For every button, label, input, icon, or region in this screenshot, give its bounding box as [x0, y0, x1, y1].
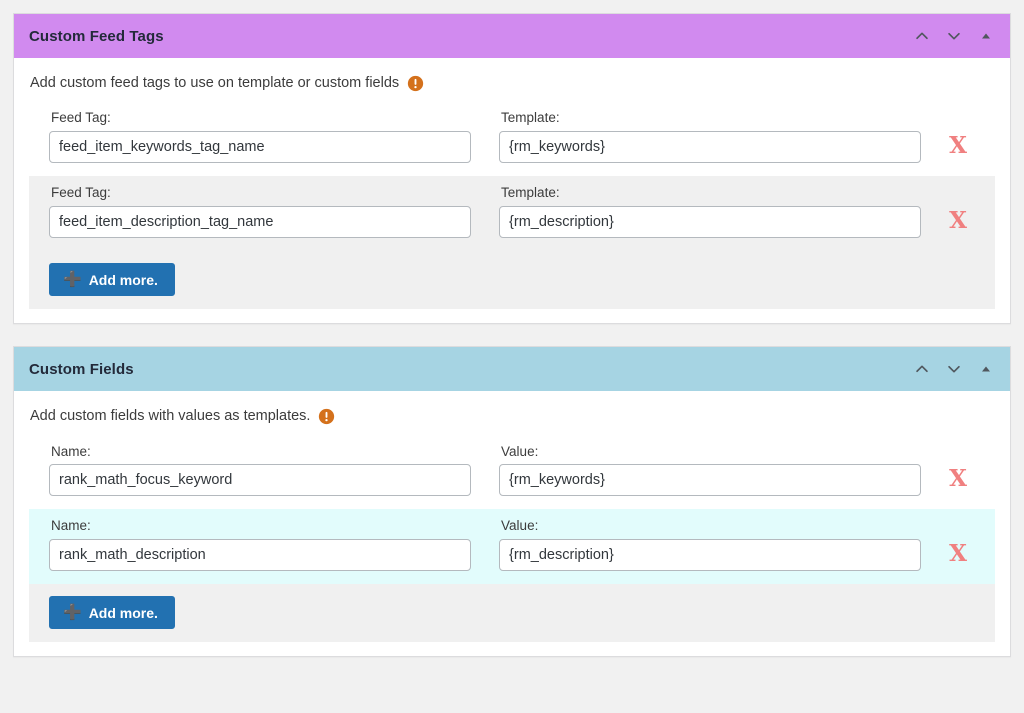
name-field-group: Name:	[49, 444, 471, 497]
feed-tag-input[interactable]	[49, 206, 471, 238]
template-input[interactable]	[499, 131, 921, 163]
move-up-button[interactable]	[906, 20, 938, 52]
panel-description: Add custom feed tags to use on template …	[14, 58, 1010, 101]
triangle-up-icon	[979, 362, 993, 376]
chevron-up-icon	[913, 27, 931, 45]
table-row: Feed Tag: Template: X	[29, 101, 995, 176]
info-exclamation-icon[interactable]	[318, 408, 335, 425]
feed-tag-field-group: Feed Tag:	[49, 185, 471, 238]
add-more-button[interactable]: ➕ Add more.	[49, 596, 175, 629]
name-label: Name:	[49, 518, 471, 535]
panel-custom-feed-tags: Custom Feed Tags	[13, 13, 1011, 324]
delete-cell: X	[921, 110, 995, 163]
panel-title: Custom Fields	[29, 362, 906, 377]
plus-icon: ➕	[63, 272, 82, 287]
delete-cell: X	[921, 185, 995, 238]
collapse-toggle-button[interactable]	[970, 353, 1002, 385]
feed-tag-label: Feed Tag:	[49, 185, 471, 202]
move-down-button[interactable]	[938, 20, 970, 52]
value-label: Value:	[499, 518, 921, 535]
panel-description-text: Add custom fields with values as templat…	[30, 408, 310, 425]
delete-cell: X	[921, 518, 995, 571]
panel-body-custom-feed-tags: Add custom feed tags to use on template …	[14, 58, 1010, 323]
add-more-footer: ➕ Add more.	[29, 584, 995, 642]
table-row: Feed Tag: Template: X	[29, 176, 995, 251]
panel-description-text: Add custom feed tags to use on template …	[30, 75, 399, 92]
value-input[interactable]	[499, 464, 921, 496]
move-down-button[interactable]	[938, 353, 970, 385]
triangle-up-icon	[979, 29, 993, 43]
value-label: Value:	[499, 444, 921, 461]
chevron-down-icon	[945, 360, 963, 378]
name-input[interactable]	[49, 464, 471, 496]
add-more-label: Add more.	[89, 273, 158, 287]
name-label: Name:	[49, 444, 471, 461]
panel-body-custom-fields: Add custom fields with values as templat…	[14, 391, 1010, 656]
panel-header-actions	[906, 353, 1002, 385]
x-delete-icon[interactable]: X	[949, 467, 967, 490]
add-more-label: Add more.	[89, 606, 158, 620]
template-input[interactable]	[499, 206, 921, 238]
page-root: Custom Feed Tags	[0, 0, 1024, 713]
template-label: Template:	[499, 185, 921, 202]
panel-description: Add custom fields with values as templat…	[14, 391, 1010, 434]
x-delete-icon[interactable]: X	[949, 209, 967, 232]
panel-header-custom-fields[interactable]: Custom Fields	[14, 347, 1010, 391]
chevron-up-icon	[913, 360, 931, 378]
feed-tag-input[interactable]	[49, 131, 471, 163]
feed-tag-field-group: Feed Tag:	[49, 110, 471, 163]
feed-tag-label: Feed Tag:	[49, 110, 471, 127]
add-more-footer: ➕ Add more.	[29, 251, 995, 309]
value-input[interactable]	[499, 539, 921, 571]
template-field-group: Template:	[499, 110, 921, 163]
template-label: Template:	[499, 110, 921, 127]
repeater-rows-custom-fields: Name: Value: X Name:	[14, 435, 1010, 585]
name-input[interactable]	[49, 539, 471, 571]
repeater-rows-feed-tags: Feed Tag: Template: X Feed Tag:	[14, 101, 1010, 251]
x-delete-icon[interactable]: X	[949, 542, 967, 565]
panel-custom-fields: Custom Fields	[13, 346, 1011, 657]
table-row: Name: Value: X	[29, 509, 995, 584]
collapse-toggle-button[interactable]	[970, 20, 1002, 52]
add-more-button[interactable]: ➕ Add more.	[49, 263, 175, 296]
name-field-group: Name:	[49, 518, 471, 571]
value-field-group: Value:	[499, 444, 921, 497]
chevron-down-icon	[945, 27, 963, 45]
move-up-button[interactable]	[906, 353, 938, 385]
template-field-group: Template:	[499, 185, 921, 238]
panel-title: Custom Feed Tags	[29, 29, 906, 44]
panel-header-actions	[906, 20, 1002, 52]
table-row: Name: Value: X	[29, 435, 995, 510]
delete-cell: X	[921, 444, 995, 497]
x-delete-icon[interactable]: X	[949, 134, 967, 157]
plus-icon: ➕	[63, 605, 82, 620]
info-exclamation-icon[interactable]	[407, 75, 424, 92]
panel-header-custom-feed-tags[interactable]: Custom Feed Tags	[14, 14, 1010, 58]
value-field-group: Value:	[499, 518, 921, 571]
